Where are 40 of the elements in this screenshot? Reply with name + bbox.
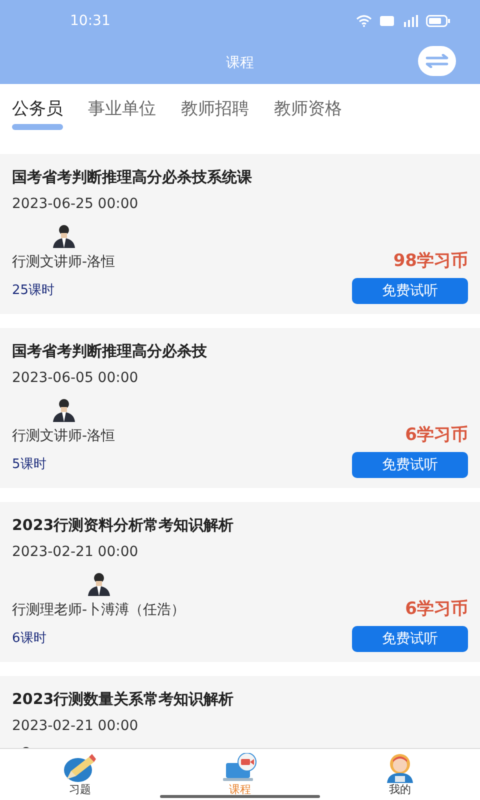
laptop-video-icon [223, 753, 257, 783]
category-tab[interactable]: 事业单位 [88, 98, 156, 130]
category-tab[interactable]: 教师招聘 [181, 98, 249, 130]
course-title: 国考省考判断推理高分必杀技 [12, 341, 208, 362]
nav-tab[interactable]: 我的 [320, 749, 480, 800]
lesson-count: 25课时 [12, 282, 55, 300]
free-trial-button[interactable]: 免费试听 [352, 626, 468, 652]
teacher-name: 行测文讲师-洛恒 [12, 427, 116, 446]
teacher-name: 行测文讲师-洛恒 [12, 253, 116, 272]
course-date: 2023-02-21 00:00 [12, 717, 140, 736]
course-price: 6学习币 [405, 424, 468, 446]
free-trial-button[interactable]: 免费试听 [352, 278, 468, 304]
tab-indicator [12, 124, 63, 130]
course-card[interactable]: 2023行测资料分析常考知识解析 2023-02-21 00:00 行测理老师-卜溥溥（任浩） 6学习币 6课时 免费试听 [0, 502, 480, 662]
category-tab[interactable]: 公务员 [12, 98, 63, 130]
course-date: 2023-06-25 00:00 [12, 195, 140, 214]
nav-tab[interactable]: 习题 [0, 749, 160, 800]
course-title: 国考省考判断推理高分必杀技系统课 [12, 167, 253, 188]
category-tab[interactable]: 教师资格 [274, 98, 342, 130]
swap-arrows-icon [425, 54, 449, 68]
status-time: 10:31 [70, 12, 110, 30]
course-price: 98学习币 [393, 250, 468, 272]
course-title: 2023行测数量关系常考知识解析 [12, 689, 235, 710]
switch-button[interactable] [418, 46, 456, 76]
course-card[interactable]: 国考省考判断推理高分必杀技系统课 2023-06-25 00:00 行测文讲师-洛恒 98学习币 25课时 免费试听 [0, 154, 480, 314]
course-date: 2023-06-05 00:00 [12, 369, 140, 388]
wifi-icon [356, 15, 372, 27]
course-card[interactable]: 2023行测数量关系常考知识解析 2023-02-21 00:00 [0, 676, 480, 748]
page-title: 课程 [226, 54, 254, 72]
course-date: 2023-02-21 00:00 [12, 543, 140, 562]
lesson-count: 5课时 [12, 456, 46, 474]
battery-icon [426, 15, 450, 27]
course-title: 2023行测资料分析常考知识解析 [12, 515, 235, 536]
lesson-count: 6课时 [12, 630, 46, 648]
signal-icon [402, 15, 418, 27]
course-card[interactable]: 国考省考判断推理高分必杀技 2023-06-05 00:00 行测文讲师-洛恒 6学习币 5课时 免费试听 [0, 328, 480, 488]
course-price: 6学习币 [405, 598, 468, 620]
free-trial-button[interactable]: 免费试听 [352, 452, 468, 478]
pencil-icon [63, 753, 97, 783]
teacher-name: 行测理老师-卜溥溥（任浩） [12, 601, 186, 620]
